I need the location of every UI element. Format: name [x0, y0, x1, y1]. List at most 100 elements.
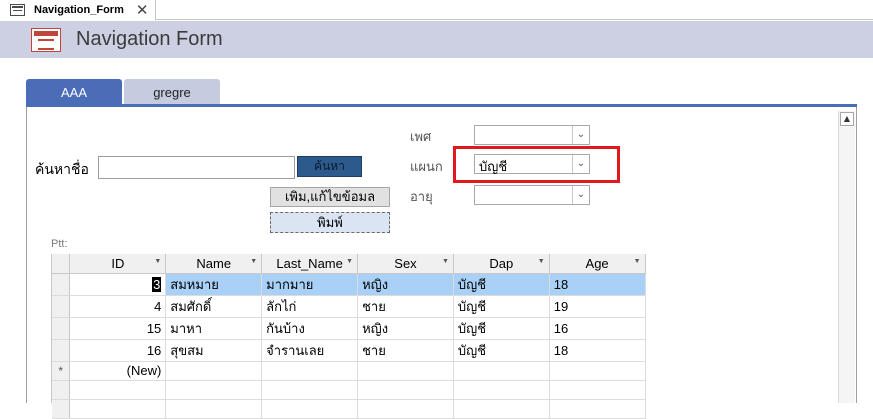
empty-cell — [69, 399, 167, 419]
table-row[interactable]: 4 สมศักดิ์ ลักไก่ ชาย บัญชี 19 — [52, 295, 681, 318]
chevron-down-icon[interactable]: ⌄ — [572, 126, 589, 144]
cell-sex[interactable] — [357, 361, 454, 381]
column-header-label: Sex — [394, 255, 417, 271]
document-tab-bar: Navigation_Form ✕ — [0, 0, 873, 21]
cell-age[interactable]: 19 — [549, 295, 646, 318]
select-all-corner[interactable] — [52, 254, 71, 274]
cell-age[interactable]: 18 — [549, 273, 646, 296]
cell-age[interactable]: 16 — [549, 317, 646, 340]
datasheet: ID ▼ Name ▼ Last_Name ▼ Sex ▼ Dap ▼ Age ▼ 3 สม… — [51, 254, 681, 419]
column-header-label: Last_Name — [276, 255, 343, 271]
cell-last-name[interactable]: กันบ้าง — [261, 317, 359, 340]
column-header-label: Age — [585, 255, 609, 271]
form-icon — [10, 4, 25, 16]
row-filler — [645, 399, 681, 418]
highlight-box — [453, 146, 620, 183]
cell-dap[interactable]: บัญชี — [453, 317, 550, 340]
column-header-last-name[interactable]: Last_Name ▼ — [261, 254, 359, 274]
cell-id[interactable]: 4 — [69, 295, 167, 318]
empty-cell — [357, 399, 454, 419]
column-header-age[interactable]: Age ▼ — [549, 254, 646, 274]
column-header-id[interactable]: ID ▼ — [69, 254, 167, 274]
row-selector[interactable] — [52, 295, 71, 318]
age-combo[interactable]: ⌄ — [474, 185, 590, 205]
cell-dap[interactable]: บัญชี — [453, 339, 550, 362]
table-row[interactable]: 16 สุขสม จำรานเลย ชาย บัญชี 18 — [52, 339, 681, 362]
empty-cell — [261, 380, 359, 400]
table-row[interactable]: 3 สมหมาย มากมาย หญิง บัญชี 18 — [52, 273, 681, 296]
empty-cell — [261, 399, 359, 419]
column-header-dap[interactable]: Dap ▼ — [453, 254, 550, 274]
cell-sex[interactable]: ชาย — [357, 295, 454, 318]
cell-value: 3 — [152, 276, 162, 292]
cell-dap[interactable]: บัญชี — [453, 273, 550, 296]
cell-id-new[interactable]: (New) — [69, 361, 167, 381]
cell-id[interactable]: 15 — [69, 317, 167, 340]
document-tab-title: Navigation_Form — [34, 4, 124, 16]
column-header-name[interactable]: Name ▼ — [165, 254, 263, 274]
cell-age[interactable]: 18 — [549, 339, 646, 362]
row-selector[interactable] — [52, 273, 71, 296]
cell-last-name[interactable]: จำรานเลย — [261, 339, 359, 362]
cell-sex[interactable]: หญิง — [357, 273, 454, 296]
cell-dap[interactable]: บัญชี — [453, 295, 550, 318]
sex-label: เพศ — [410, 129, 432, 144]
form-icon — [31, 28, 61, 52]
sort-arrow-icon[interactable]: ▼ — [634, 258, 641, 265]
cell-age[interactable] — [549, 361, 646, 381]
dept-label: แผนก — [410, 159, 443, 174]
vertical-scrollbar[interactable]: ▲ — [838, 111, 855, 403]
empty-row — [52, 380, 681, 400]
row-selector[interactable] — [52, 339, 71, 362]
row-filler — [645, 339, 681, 361]
cell-name[interactable]: สมศักดิ์ — [165, 295, 263, 318]
cell-name[interactable]: สมหมาย — [165, 273, 263, 296]
cell-sex[interactable]: ชาย — [357, 339, 454, 362]
row-selector[interactable] — [52, 317, 71, 340]
row-filler — [645, 317, 681, 339]
cell-last-name[interactable]: ลักไก่ — [261, 295, 359, 318]
cell-last-name[interactable] — [261, 361, 359, 381]
scroll-up-icon[interactable]: ▲ — [840, 112, 854, 126]
page-title: Navigation Form — [76, 28, 223, 50]
cell-id[interactable]: 16 — [69, 339, 167, 362]
cell-name[interactable]: สุขสม — [165, 339, 263, 362]
sort-arrow-icon[interactable]: ▼ — [538, 258, 545, 265]
subform-label: Ptt: — [51, 238, 68, 250]
header-filler — [645, 254, 681, 273]
sort-arrow-icon[interactable]: ▼ — [250, 258, 257, 265]
search-input[interactable] — [98, 156, 295, 179]
empty-cell — [453, 380, 550, 400]
sort-arrow-icon[interactable]: ▼ — [346, 258, 353, 265]
document-tab-navigation-form[interactable]: Navigation_Form ✕ — [0, 0, 156, 21]
sort-arrow-icon[interactable]: ▼ — [154, 258, 161, 265]
empty-cell — [357, 380, 454, 400]
add-edit-button[interactable]: เพิม,แก้ไขข้อมล — [270, 187, 390, 207]
new-record-row[interactable]: * (New) — [52, 361, 681, 381]
print-button[interactable]: พิมพ์ — [270, 212, 390, 233]
cell-id[interactable]: 3 — [69, 273, 167, 296]
empty-row — [52, 399, 681, 419]
chevron-down-icon[interactable]: ⌄ — [572, 186, 589, 204]
cell-dap[interactable] — [453, 361, 550, 381]
cell-name[interactable] — [165, 361, 263, 381]
table-row[interactable]: 15 มาหา กันบ้าง หญิง บัญชี 16 — [52, 317, 681, 340]
empty-cell — [453, 399, 550, 419]
age-label: อายุ — [410, 189, 433, 204]
row-filler — [645, 361, 681, 380]
row-selector — [52, 399, 71, 419]
cell-name[interactable]: มาหา — [165, 317, 263, 340]
empty-cell — [549, 399, 646, 419]
empty-cell — [165, 399, 263, 419]
cell-sex[interactable]: หญิง — [357, 317, 454, 340]
tab-aaa[interactable]: AAA — [26, 79, 122, 105]
search-button[interactable]: ค้นหา — [297, 156, 362, 177]
close-icon[interactable]: ✕ — [136, 2, 149, 18]
cell-last-name[interactable]: มากมาย — [261, 273, 359, 296]
sort-arrow-icon[interactable]: ▼ — [442, 258, 449, 265]
form-header: Navigation Form — [0, 21, 873, 58]
sex-combo[interactable]: ⌄ — [474, 125, 590, 145]
column-header-sex[interactable]: Sex ▼ — [357, 254, 454, 274]
tab-gregre[interactable]: gregre — [124, 79, 220, 105]
new-record-marker: * — [52, 361, 71, 381]
